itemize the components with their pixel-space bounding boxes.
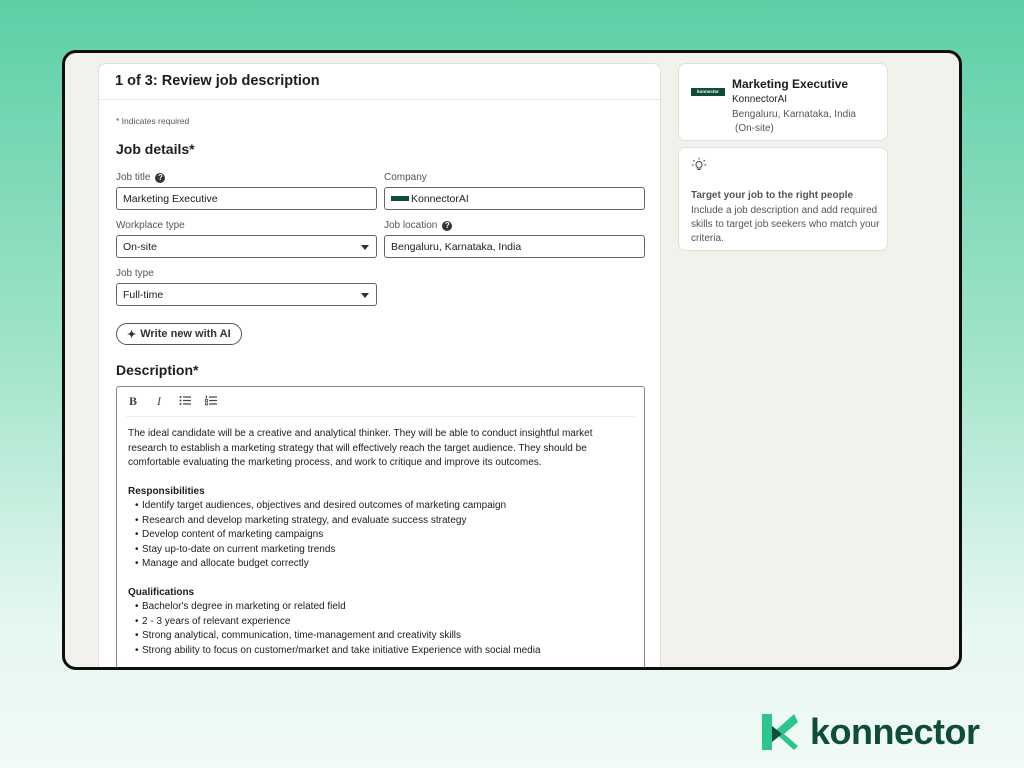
bold-button[interactable]: B [127,394,139,409]
job-type-select[interactable]: Full-time [116,283,377,306]
app-window: 1 of 3: Review job description * Indicat… [62,50,962,670]
lightbulb-icon [691,157,707,178]
editor-toolbar: B I [126,387,635,417]
brand-logo: konnector [760,710,980,754]
job-title-label-text: Job title [116,172,151,183]
editor-content[interactable]: The ideal candidate will be a creative a… [117,417,644,667]
caret-down-icon [361,245,369,250]
workplace-type-label-text: Workplace type [116,220,185,231]
tip-text: Include a job description and add requir… [691,205,880,244]
workplace-type-label: Workplace type [116,220,185,231]
job-location-input[interactable]: Bengaluru, Karnataka, India [384,235,645,258]
job-location-label-text: Job location [384,220,438,231]
numbered-list-icon [205,395,217,405]
list-item: Research and develop marketing strategy,… [128,514,633,529]
job-location-label: Job location ? [384,220,453,231]
qualifications-list: Bachelor's degree in marketing or relate… [128,600,633,658]
page-title: 1 of 3: Review job description [115,73,320,89]
help-icon[interactable]: ? [442,220,453,231]
workplace-type-value: On-site [123,240,157,253]
job-type-value: Full-time [123,288,164,301]
responsibilities-heading: Responsibilities [128,485,205,497]
job-type-label: Job type [116,268,154,279]
description-intro: The ideal candidate will be a creative a… [128,428,593,468]
job-summary-title: Marketing Executive [732,77,849,91]
list-item: Develop content of marketing campaigns [128,528,633,543]
job-title-label: Job title ? [116,172,166,183]
sparkle-icon: ✦ [127,328,137,341]
list-item: Stay up-to-date on current marketing tre… [128,543,633,558]
brand-name: konnector [810,711,980,752]
company-input[interactable]: KonnectorAI [384,187,645,210]
list-item: Identify target audiences, objectives an… [128,499,633,514]
job-summary-workplace: (On-site) [735,123,774,134]
tip-title: Target your job to the right people [691,190,854,201]
job-form-card: 1 of 3: Review job description * Indicat… [98,63,661,667]
write-with-ai-button[interactable]: ✦ Write new with AI [116,323,242,345]
caret-down-icon [361,293,369,298]
list-item: 2 - 3 years of relevant experience [128,615,633,630]
write-with-ai-label: Write new with AI [140,328,231,340]
card-header: 1 of 3: Review job description [99,64,660,100]
job-title-input[interactable]: Marketing Executive [116,187,377,210]
bullet-list-icon [179,395,191,405]
list-item: Bachelor's degree in marketing or relate… [128,600,633,615]
tip-card: Target your job to the right people Incl… [678,147,888,251]
job-summary-location: Bengaluru, Karnataka, India (On-site) [732,108,882,136]
job-type-label-text: Job type [116,268,154,279]
italic-button[interactable]: I [153,394,165,409]
job-summary-company: KonnectorAI [732,94,788,105]
workplace-type-select[interactable]: On-site [116,235,377,258]
job-title-value: Marketing Executive [123,192,218,205]
job-location-value: Bengaluru, Karnataka, India [391,240,522,253]
company-logo-icon [391,196,409,201]
bullet-list-button[interactable] [179,395,191,409]
company-value: KonnectorAI [411,192,469,205]
help-icon[interactable]: ? [155,172,166,183]
description-editor[interactable]: B I The ideal candidate will be a creati… [116,386,645,667]
konnector-logo-icon [762,714,798,750]
required-note: * Indicates required [116,116,190,126]
numbered-list-button[interactable] [205,395,217,409]
company-logo: konnector [691,88,725,96]
description-heading: Description* [116,362,199,378]
job-summary-card: konnector Marketing Executive KonnectorA… [678,63,888,141]
qualifications-heading: Qualifications [128,586,195,598]
list-item: Strong analytical, communication, time-m… [128,629,633,644]
company-label: Company [384,172,427,183]
list-item: Strong ability to focus on customer/mark… [128,644,633,659]
list-item: Manage and allocate budget correctly [128,557,633,572]
job-summary-location-text: Bengaluru, Karnataka, India [732,109,856,120]
responsibilities-list: Identify target audiences, objectives an… [128,499,633,572]
company-label-text: Company [384,172,427,183]
job-details-heading: Job details* [116,141,195,157]
